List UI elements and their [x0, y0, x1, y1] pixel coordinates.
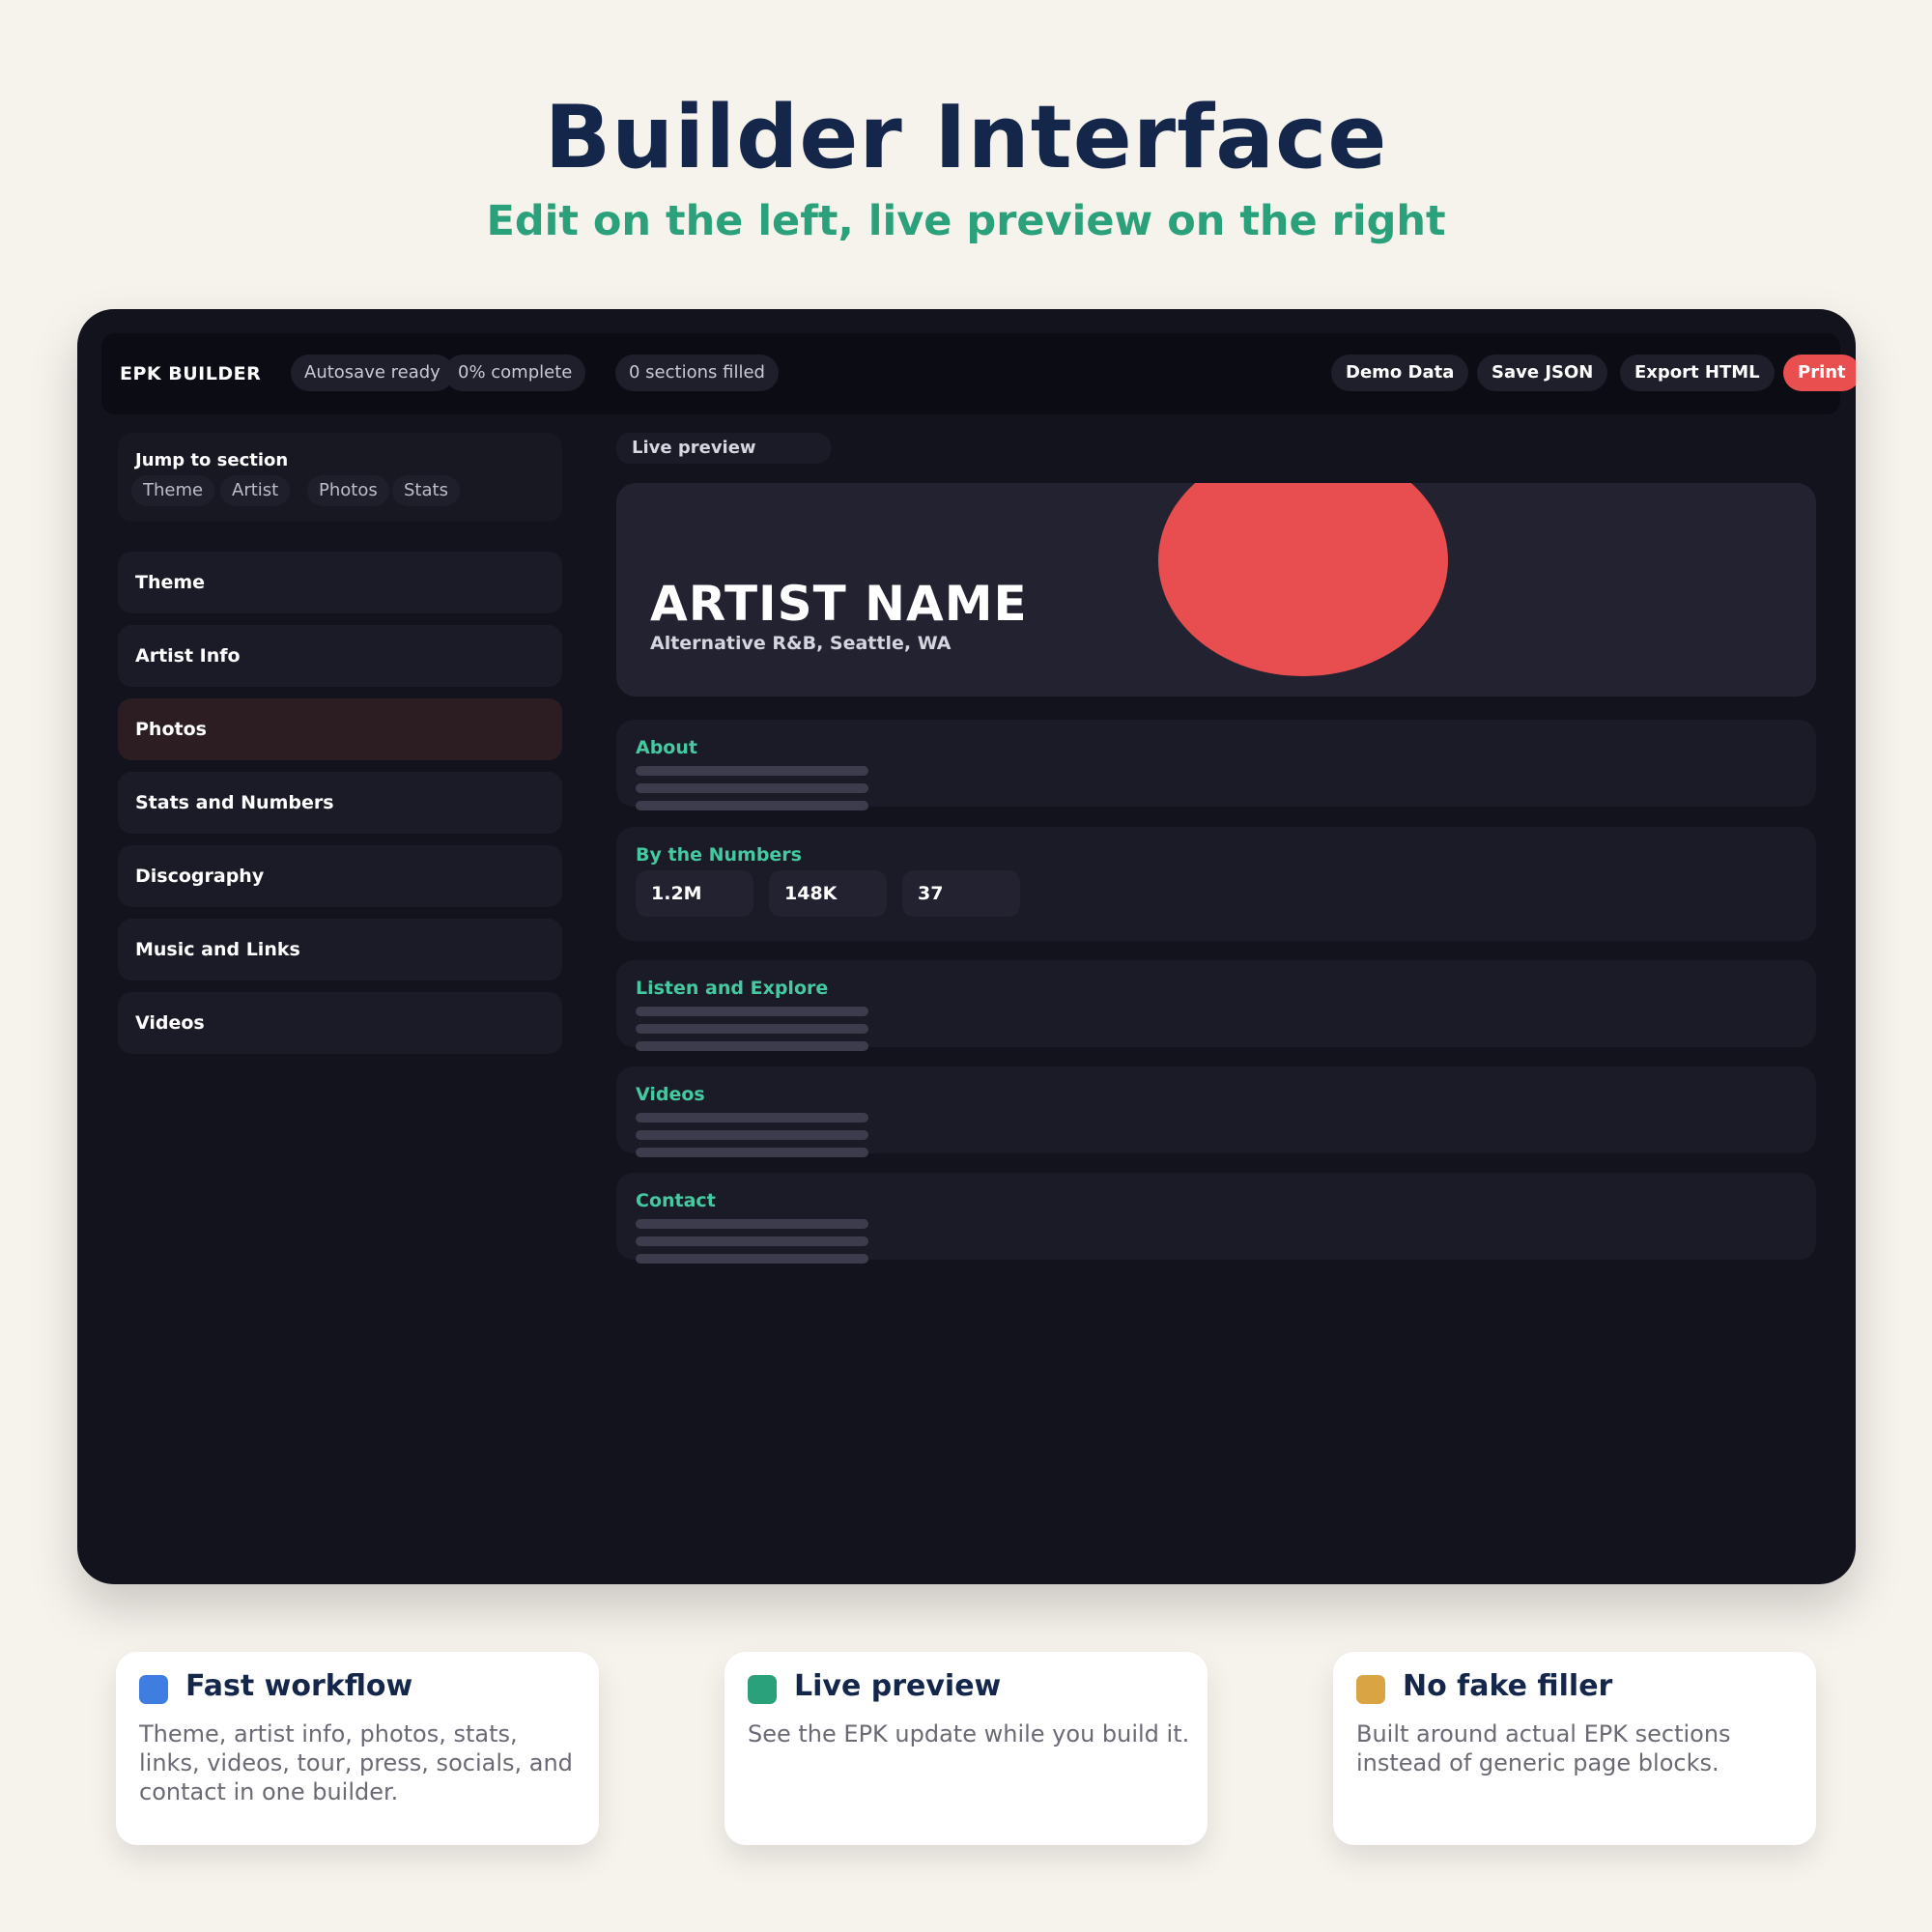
square-icon [1356, 1675, 1385, 1704]
export-html-button[interactable]: Export HTML [1620, 355, 1775, 391]
feature-card-live-preview: Live preview See the EPK update while yo… [724, 1652, 1208, 1845]
section-title-about: About [636, 737, 697, 758]
feature-title: Live preview [794, 1669, 1002, 1703]
jump-link-theme[interactable]: Theme [131, 475, 215, 506]
placeholder-line [636, 1236, 868, 1246]
save-json-button[interactable]: Save JSON [1477, 355, 1608, 391]
placeholder-line [636, 801, 868, 810]
square-icon [748, 1675, 777, 1704]
sidebar-item-stats[interactable]: Stats and Numbers [118, 772, 562, 834]
section-title-videos: Videos [636, 1084, 705, 1105]
completion-status: 0% complete [444, 355, 586, 391]
artist-photo [1158, 483, 1448, 676]
sidebar-item-videos[interactable]: Videos [118, 992, 562, 1054]
sidebar-item-artist-info[interactable]: Artist Info [118, 625, 562, 687]
section-title-numbers: By the Numbers [636, 844, 802, 866]
square-icon [139, 1675, 168, 1704]
preview-section-listen: Listen and Explore [616, 960, 1816, 1051]
sidebar-item-music-links[interactable]: Music and Links [118, 919, 562, 980]
builder-window: EPK BUILDER Autosave ready 0% complete 0… [77, 309, 1856, 1584]
stat-card: 148K [769, 870, 887, 917]
preview-section-contact: Contact [616, 1173, 1816, 1264]
jump-link-stats[interactable]: Stats [392, 475, 460, 506]
jump-link-photos[interactable]: Photos [307, 475, 389, 506]
preview-section-about: About [616, 720, 1816, 810]
topbar: EPK BUILDER Autosave ready 0% complete 0… [101, 333, 1856, 414]
hero-title: Builder Interface [544, 87, 1388, 188]
placeholder-line [636, 1007, 868, 1016]
jump-link-artist[interactable]: Artist [220, 475, 291, 506]
feature-card-fast-workflow: Fast workflow Theme, artist info, photos… [116, 1652, 599, 1845]
sections-filled-status: 0 sections filled [615, 355, 779, 391]
sidebar-item-theme[interactable]: Theme [118, 552, 562, 613]
feature-card-no-fake-filler: No fake filler Built around actual EPK s… [1333, 1652, 1816, 1845]
sidebar-item-photos[interactable]: Photos [118, 698, 562, 760]
feature-description: Theme, artist info, photos, stats, links… [139, 1720, 573, 1805]
brand-label: EPK BUILDER [120, 363, 262, 384]
demo-data-button[interactable]: Demo Data [1331, 355, 1469, 391]
section-title-contact: Contact [636, 1190, 716, 1211]
hero-subtitle: Edit on the left, live preview on the ri… [486, 197, 1446, 245]
placeholder-line [636, 1113, 868, 1122]
preview-section-numbers: By the Numbers 1.2M 148K 37 [616, 827, 1816, 941]
preview-section-videos: Videos [616, 1066, 1816, 1157]
autosave-status: Autosave ready [291, 355, 454, 391]
placeholder-line [636, 1024, 868, 1034]
placeholder-line [636, 783, 868, 793]
sidebar-item-discography[interactable]: Discography [118, 845, 562, 907]
print-button[interactable]: Print [1783, 355, 1856, 391]
placeholder-line [636, 1041, 868, 1051]
stat-card: 1.2M [636, 870, 753, 917]
feature-title: Fast workflow [185, 1669, 413, 1703]
jump-title: Jump to section [135, 450, 289, 470]
feature-title: No fake filler [1403, 1669, 1613, 1703]
placeholder-line [636, 1254, 868, 1264]
feature-description: Built around actual EPK sections instead… [1356, 1720, 1731, 1776]
artist-name: ARTIST NAME [650, 576, 1028, 632]
jump-to-section: Jump to section Theme Artist Photos Stat… [118, 433, 562, 522]
placeholder-line [636, 1148, 868, 1157]
placeholder-line [636, 1219, 868, 1229]
preview-hero: ARTIST NAME Alternative R&B, Seattle, WA [616, 483, 1816, 696]
placeholder-line [636, 766, 868, 776]
live-preview-label: Live preview [616, 433, 831, 464]
artist-meta: Alternative R&B, Seattle, WA [650, 633, 952, 654]
stat-card: 37 [902, 870, 1020, 917]
placeholder-line [636, 1130, 868, 1140]
feature-description: See the EPK update while you build it. [748, 1720, 1190, 1747]
section-title-listen: Listen and Explore [636, 978, 829, 999]
